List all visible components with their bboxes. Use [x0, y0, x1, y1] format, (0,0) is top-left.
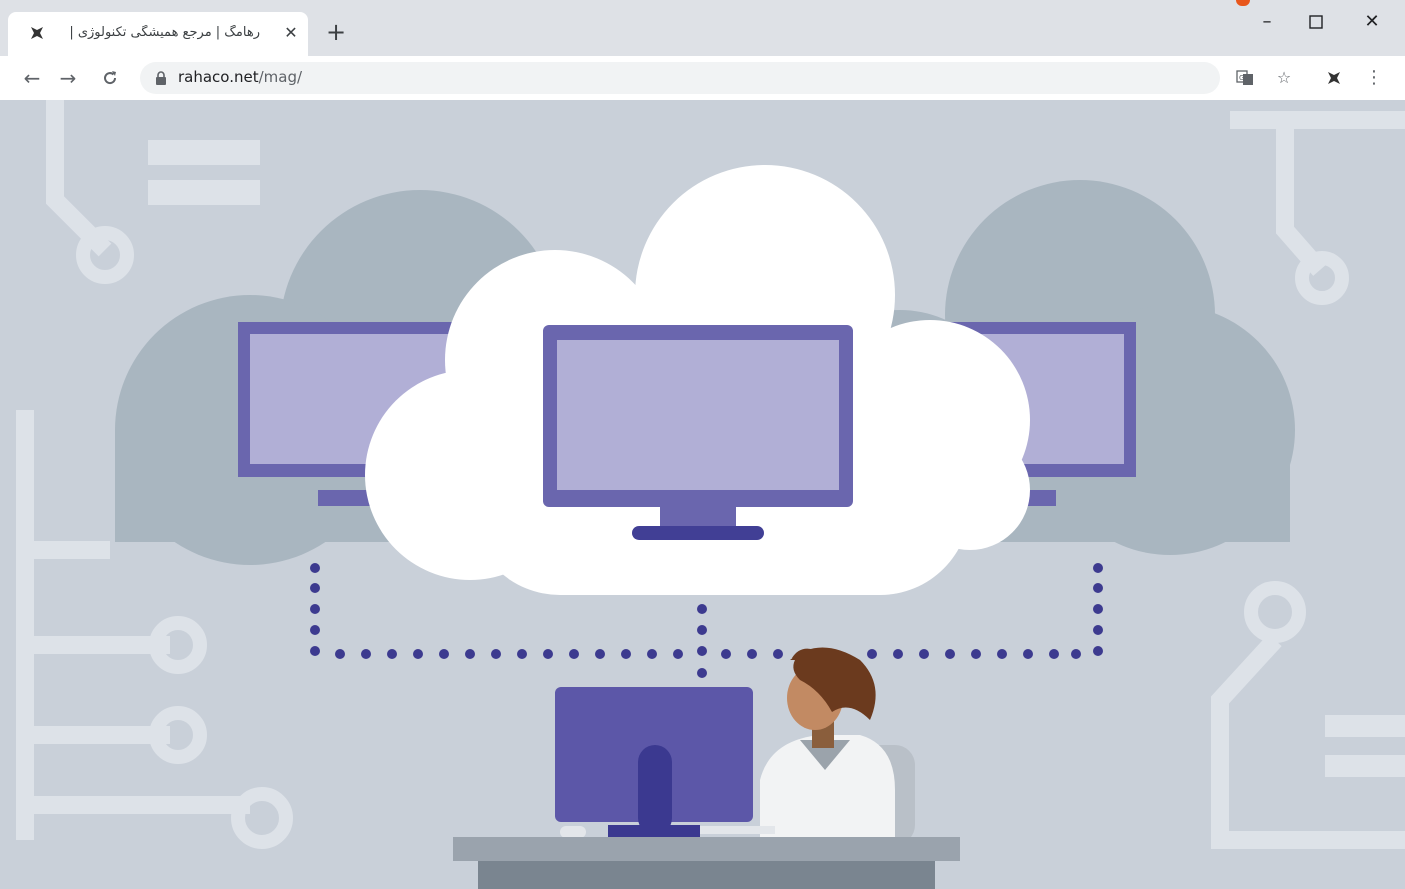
reload-icon [104, 71, 117, 85]
close-window-button[interactable]: ✕ [1349, 8, 1395, 36]
browser-tab[interactable]: رهامگ | مرجع همیشگی تکنولوژی | ✕ [8, 12, 308, 58]
browser-toolbar: ← → rahaco.net/mag/ G ☆ ⋮ [0, 56, 1405, 101]
rahaco-favicon-icon [31, 27, 43, 39]
back-button[interactable]: ← [18, 64, 46, 92]
lock-icon [156, 71, 166, 85]
dots-horizontal [335, 649, 1081, 659]
rahaco-extension-icon[interactable] [1322, 66, 1346, 90]
desk [453, 837, 960, 889]
svg-text:G: G [1239, 74, 1244, 82]
dots-right-vertical [1093, 563, 1103, 656]
page-content [0, 100, 1405, 889]
minimize-button[interactable]: – [1244, 8, 1290, 36]
person-illustration [760, 647, 915, 845]
tab-close-icon[interactable]: ✕ [280, 22, 302, 44]
forward-button[interactable]: → [54, 64, 82, 92]
url-host: rahaco.net [178, 68, 259, 86]
maximize-icon [1309, 15, 1323, 29]
translate-icon[interactable]: G [1233, 66, 1257, 90]
maximize-button[interactable] [1293, 8, 1339, 36]
extension-glyph [1328, 72, 1340, 84]
browser-menu-icon[interactable]: ⋮ [1362, 66, 1386, 90]
cloud-computing-illustration [16, 100, 1405, 889]
tab-title: رهامگ | مرجع همیشگی تکنولوژی | [69, 25, 260, 40]
new-tab-button[interactable]: + [324, 20, 348, 44]
bookmark-star-icon[interactable]: ☆ [1272, 66, 1296, 90]
url-path: /mag/ [258, 68, 303, 86]
reload-button[interactable] [96, 64, 124, 92]
dots-left-vertical [310, 563, 320, 656]
address-bar[interactable]: rahaco.net/mag/ [140, 62, 1220, 94]
translate-glyph: G [1236, 70, 1253, 85]
dots-center-vertical [697, 604, 707, 678]
browser-tab-strip: رهامگ | مرجع همیشگی تکنولوژی | ✕ + – ✕ [0, 0, 1405, 58]
desk-monitor [555, 687, 775, 838]
url-text: rahaco.net/mag/ [178, 68, 302, 86]
